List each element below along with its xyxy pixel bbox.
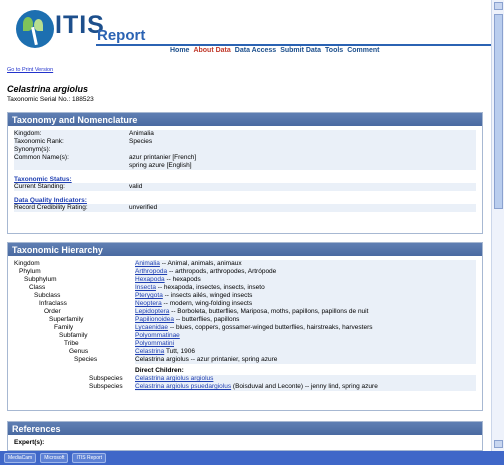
scroll-up-button[interactable] (494, 2, 503, 10)
taxon-link[interactable]: Lepidoptera (135, 308, 169, 315)
references-heading: References (8, 422, 482, 435)
common-name-english: spring azure [English] (129, 162, 192, 169)
standing-label: Current Standing: (14, 183, 65, 190)
rank-class: Class (29, 284, 46, 291)
current-species-name: Celastrina argiolus (135, 356, 189, 363)
direct-children-heading: Direct Children: (135, 367, 184, 374)
hierarchy-heading: Taxonomic Hierarchy (8, 243, 482, 256)
taxon-description: -- Animal, animals, animaux (159, 260, 242, 267)
kingdom-label: Kingdom: (14, 130, 42, 137)
nav-about-data[interactable]: About Data (193, 47, 230, 54)
taxon-description: -- insects ailés, winged insects (162, 292, 253, 299)
taskbar-item[interactable]: ITIS Report (72, 453, 107, 463)
taxon-link[interactable]: Polyommatinae (135, 332, 180, 339)
synonyms-value (129, 146, 476, 154)
rank-label: Taxonomic Rank: (14, 138, 64, 145)
child-taxon-link[interactable]: Celastrina argiolus argiolus (135, 375, 213, 382)
rank-subphylum: Subphylum (24, 276, 57, 283)
taxon-link[interactable]: Papilionoidea (135, 316, 174, 323)
rank-species: Species (74, 356, 98, 363)
taxon-description: -- modern, wing-folding insects (161, 300, 253, 307)
rank-phylum: Phylum (19, 268, 41, 275)
taxonomic-serial-number: Taxonomic Serial No.: 188523 (7, 96, 94, 103)
rank-kingdom: Kingdom (14, 260, 40, 267)
taxon-description: -- hexapoda, insectes, insects, inseto (155, 284, 265, 291)
report-title: Report (97, 27, 146, 44)
taxonomic-status-link[interactable]: Taxonomic Status: (14, 176, 476, 183)
hierarchy-list: Kingdom Animalia -- Animal, animals, anim… (8, 256, 482, 395)
data-quality-link[interactable]: Data Quality Indicators: (14, 197, 476, 204)
references-panel: References Expert(s): (7, 421, 483, 451)
child-taxon-link[interactable]: Celastrina argiolus psuedargiolus (135, 383, 231, 390)
rank-superfamily: Superfamily (49, 316, 84, 323)
taxon-link[interactable]: Polyommatini (135, 340, 174, 347)
taxon-description: -- Borboleta, butterflies, Mariposa, mot… (169, 308, 369, 315)
taxon-link[interactable]: Celastrina (135, 348, 164, 355)
rank-order: Order (44, 308, 61, 315)
vertical-scrollbar[interactable] (491, 0, 504, 465)
top-navigation: Home About Data Data Access Submit Data … (170, 47, 379, 54)
taxon-description: Tutt, 1906 (164, 348, 195, 355)
kingdom-value: Animalia (129, 130, 154, 137)
header-divider (96, 44, 491, 46)
taxon-link[interactable]: Animalia (135, 260, 160, 267)
taxonomy-panel: Taxonomy and Nomenclature Kingdom: Animal… (7, 112, 483, 234)
taxon-link[interactable]: Lycaenidae (135, 324, 168, 331)
standing-value: valid (129, 183, 143, 190)
rank-tribe: Tribe (64, 340, 79, 347)
taxon-description: -- hexapods (164, 276, 201, 283)
taxon-link[interactable]: Insecta (135, 284, 156, 291)
scroll-down-button[interactable] (494, 440, 503, 448)
taxon-link[interactable]: Pterygota (135, 292, 163, 299)
nav-data-access[interactable]: Data Access (235, 47, 276, 54)
rank-value: Species (129, 138, 153, 145)
scroll-thumb[interactable] (494, 14, 503, 209)
taxon-description: -- butterflies, papillons (174, 316, 240, 323)
nav-tools[interactable]: Tools (325, 47, 343, 54)
page-header: ITIS Report Home About Data Data Access … (0, 0, 491, 62)
taxon-description: -- arthropods, arthropodes, Artrópode (167, 268, 277, 275)
species-title: Celastrina argiolus (7, 84, 89, 94)
synonyms-label: Synonym(s): (14, 146, 51, 153)
rank-subfamily: Subfamily (59, 332, 88, 339)
rank-subclass: Subclass (34, 292, 61, 299)
taxonomy-heading: Taxonomy and Nomenclature (8, 113, 482, 126)
credibility-label: Record Credibility Rating: (14, 204, 88, 211)
taxon-description: -- blues, coppers, gossamer-winged butte… (168, 324, 373, 331)
taskbar-item[interactable]: MediaCam (4, 453, 37, 463)
rank-subspecies: Subspecies (89, 375, 123, 382)
nav-submit-data[interactable]: Submit Data (280, 47, 321, 54)
experts-label: Expert(s): (14, 439, 45, 446)
itis-logo-icon (16, 10, 54, 48)
common-name-french: azur printanier [French] (129, 154, 197, 161)
taskbar: MediaCam Microsoft ITIS Report (0, 451, 504, 465)
nav-comment[interactable]: Comment (347, 47, 379, 54)
rank-family: Family (54, 324, 74, 331)
taxon-description: -- azur printanier, spring azure (188, 356, 278, 363)
taxon-link[interactable]: Hexapoda (135, 276, 165, 283)
rank-infraclass: Infraclass (39, 300, 67, 307)
rank-genus: Genus (69, 348, 89, 355)
rank-subspecies: Subspecies (89, 383, 123, 390)
taxon-link[interactable]: Neoptera (135, 300, 162, 307)
credibility-value: unverified (129, 204, 158, 211)
taskbar-item[interactable]: Microsoft (40, 453, 69, 463)
child-taxon-description: (Boisduval and Leconte) -- jenny lind, s… (231, 383, 378, 390)
nav-home[interactable]: Home (170, 47, 189, 54)
common-names-label: Common Name(s): (14, 154, 69, 161)
taxon-link[interactable]: Arthropoda (135, 268, 167, 275)
print-version-link[interactable]: Go to Print Version (7, 67, 53, 73)
hierarchy-panel: Taxonomic Hierarchy Kingdom Animalia -- A… (7, 242, 483, 411)
